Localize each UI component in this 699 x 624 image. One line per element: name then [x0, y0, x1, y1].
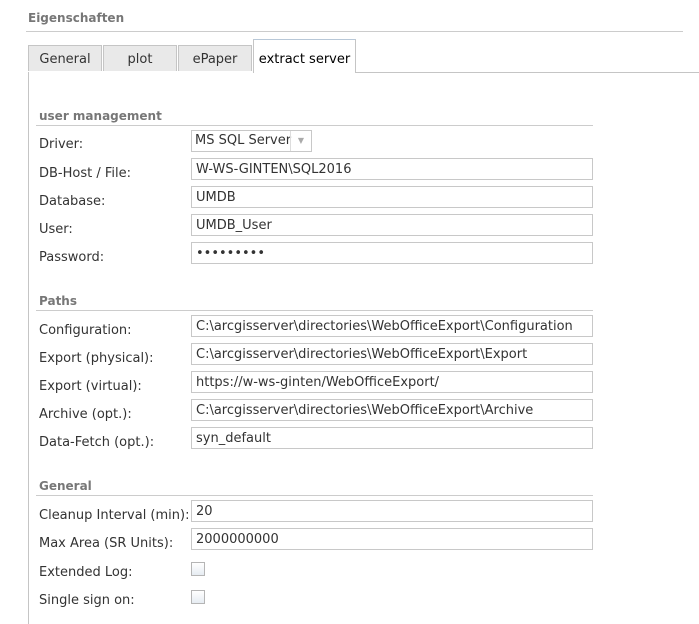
panel-border — [28, 72, 29, 624]
divider — [26, 31, 683, 32]
password-label: Password: — [39, 250, 105, 265]
driver-label: Driver: — [39, 137, 84, 152]
configuration-label: Configuration: — [39, 323, 132, 338]
extended-log-checkbox[interactable] — [191, 562, 205, 576]
configuration-input[interactable] — [191, 315, 593, 337]
single-sign-on-label: Single sign on: — [39, 593, 135, 608]
export-physical-label: Export (physical): — [39, 351, 154, 366]
tab-general[interactable]: General — [28, 45, 102, 71]
export-virtual-label: Export (virtual): — [39, 379, 142, 394]
single-sign-on-checkbox[interactable] — [191, 590, 205, 604]
user-input[interactable] — [191, 214, 593, 236]
panel-title: Eigenschaften — [28, 11, 125, 25]
data-fetch-label: Data-Fetch (opt.): — [39, 435, 155, 450]
section-header-user-management: user management — [39, 109, 162, 123]
section-header-paths: Paths — [39, 294, 77, 308]
section-header-general: General — [39, 479, 92, 493]
driver-value: MS SQL Server — [195, 133, 292, 148]
cleanup-interval-label: Cleanup Interval (min): — [39, 508, 190, 523]
panel-border — [355, 72, 699, 73]
archive-input[interactable] — [191, 399, 593, 421]
user-label: User: — [39, 222, 73, 237]
cleanup-interval-input[interactable] — [191, 500, 593, 522]
max-area-label: Max Area (SR Units): — [39, 536, 174, 551]
export-virtual-input[interactable] — [191, 371, 593, 393]
driver-select[interactable]: MS SQL Server ▼ — [191, 130, 312, 152]
divider — [36, 310, 593, 311]
divider — [36, 125, 593, 126]
database-input[interactable] — [191, 186, 593, 208]
chevron-down-icon[interactable]: ▼ — [290, 131, 311, 151]
database-label: Database: — [39, 194, 106, 209]
tab-epaper[interactable]: ePaper — [178, 45, 252, 71]
archive-label: Archive (opt.): — [39, 407, 132, 422]
tab-plot[interactable]: plot — [103, 45, 177, 71]
max-area-input[interactable] — [191, 528, 593, 550]
tab-extract-server[interactable]: extract server — [253, 39, 356, 73]
db-host-input[interactable] — [191, 158, 593, 180]
data-fetch-input[interactable] — [191, 427, 593, 449]
export-physical-input[interactable] — [191, 343, 593, 365]
db-host-label: DB-Host / File: — [39, 166, 131, 181]
extended-log-label: Extended Log: — [39, 565, 133, 580]
divider — [36, 495, 593, 496]
password-input[interactable] — [191, 242, 593, 264]
